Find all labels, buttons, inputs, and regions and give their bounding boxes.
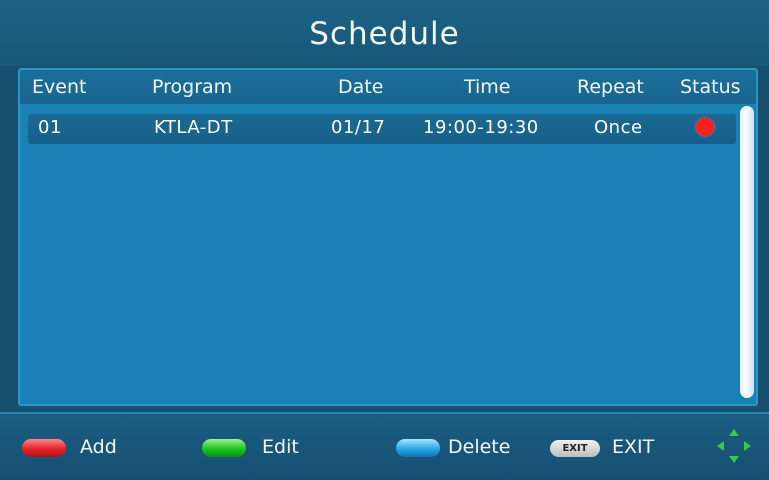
cell-date: 01/17 — [331, 117, 386, 138]
column-header-event: Event — [32, 76, 87, 98]
edit-label[interactable]: Edit — [262, 436, 299, 458]
delete-label[interactable]: Delete — [448, 436, 510, 458]
blue-key-icon[interactable] — [396, 439, 440, 457]
column-header-repeat: Repeat — [577, 76, 644, 98]
green-key-icon[interactable] — [202, 439, 246, 457]
column-header-date: Date — [338, 76, 384, 98]
cell-repeat: Once — [594, 117, 643, 138]
footer-bar: Add Edit Delete EXIT EXIT — [0, 412, 769, 480]
red-key-icon[interactable] — [22, 439, 66, 457]
column-header-status: Status — [680, 76, 741, 98]
column-header-time: Time — [464, 76, 511, 98]
dpad-arrows-icon — [717, 429, 751, 463]
table-row[interactable]: 01 KTLA-DT 01/17 19:00-19:30 Once — [28, 114, 736, 144]
red-dot-icon — [696, 118, 714, 136]
exit-label[interactable]: EXIT — [612, 436, 654, 458]
scrollbar-thumb[interactable] — [740, 106, 754, 398]
schedule-table: Event Program Date Time Repeat Status 01… — [18, 68, 758, 406]
scrollbar[interactable] — [738, 104, 756, 404]
table-header: Event Program Date Time Repeat Status — [20, 70, 756, 104]
page-title: Schedule — [309, 16, 460, 52]
add-label[interactable]: Add — [80, 436, 117, 458]
cell-program: KTLA-DT — [154, 117, 233, 138]
column-header-program: Program — [152, 76, 233, 98]
cell-event: 01 — [38, 117, 62, 138]
cell-time: 19:00-19:30 — [423, 117, 539, 138]
title-bar: Schedule — [0, 0, 769, 66]
exit-key-icon[interactable]: EXIT — [550, 440, 600, 457]
